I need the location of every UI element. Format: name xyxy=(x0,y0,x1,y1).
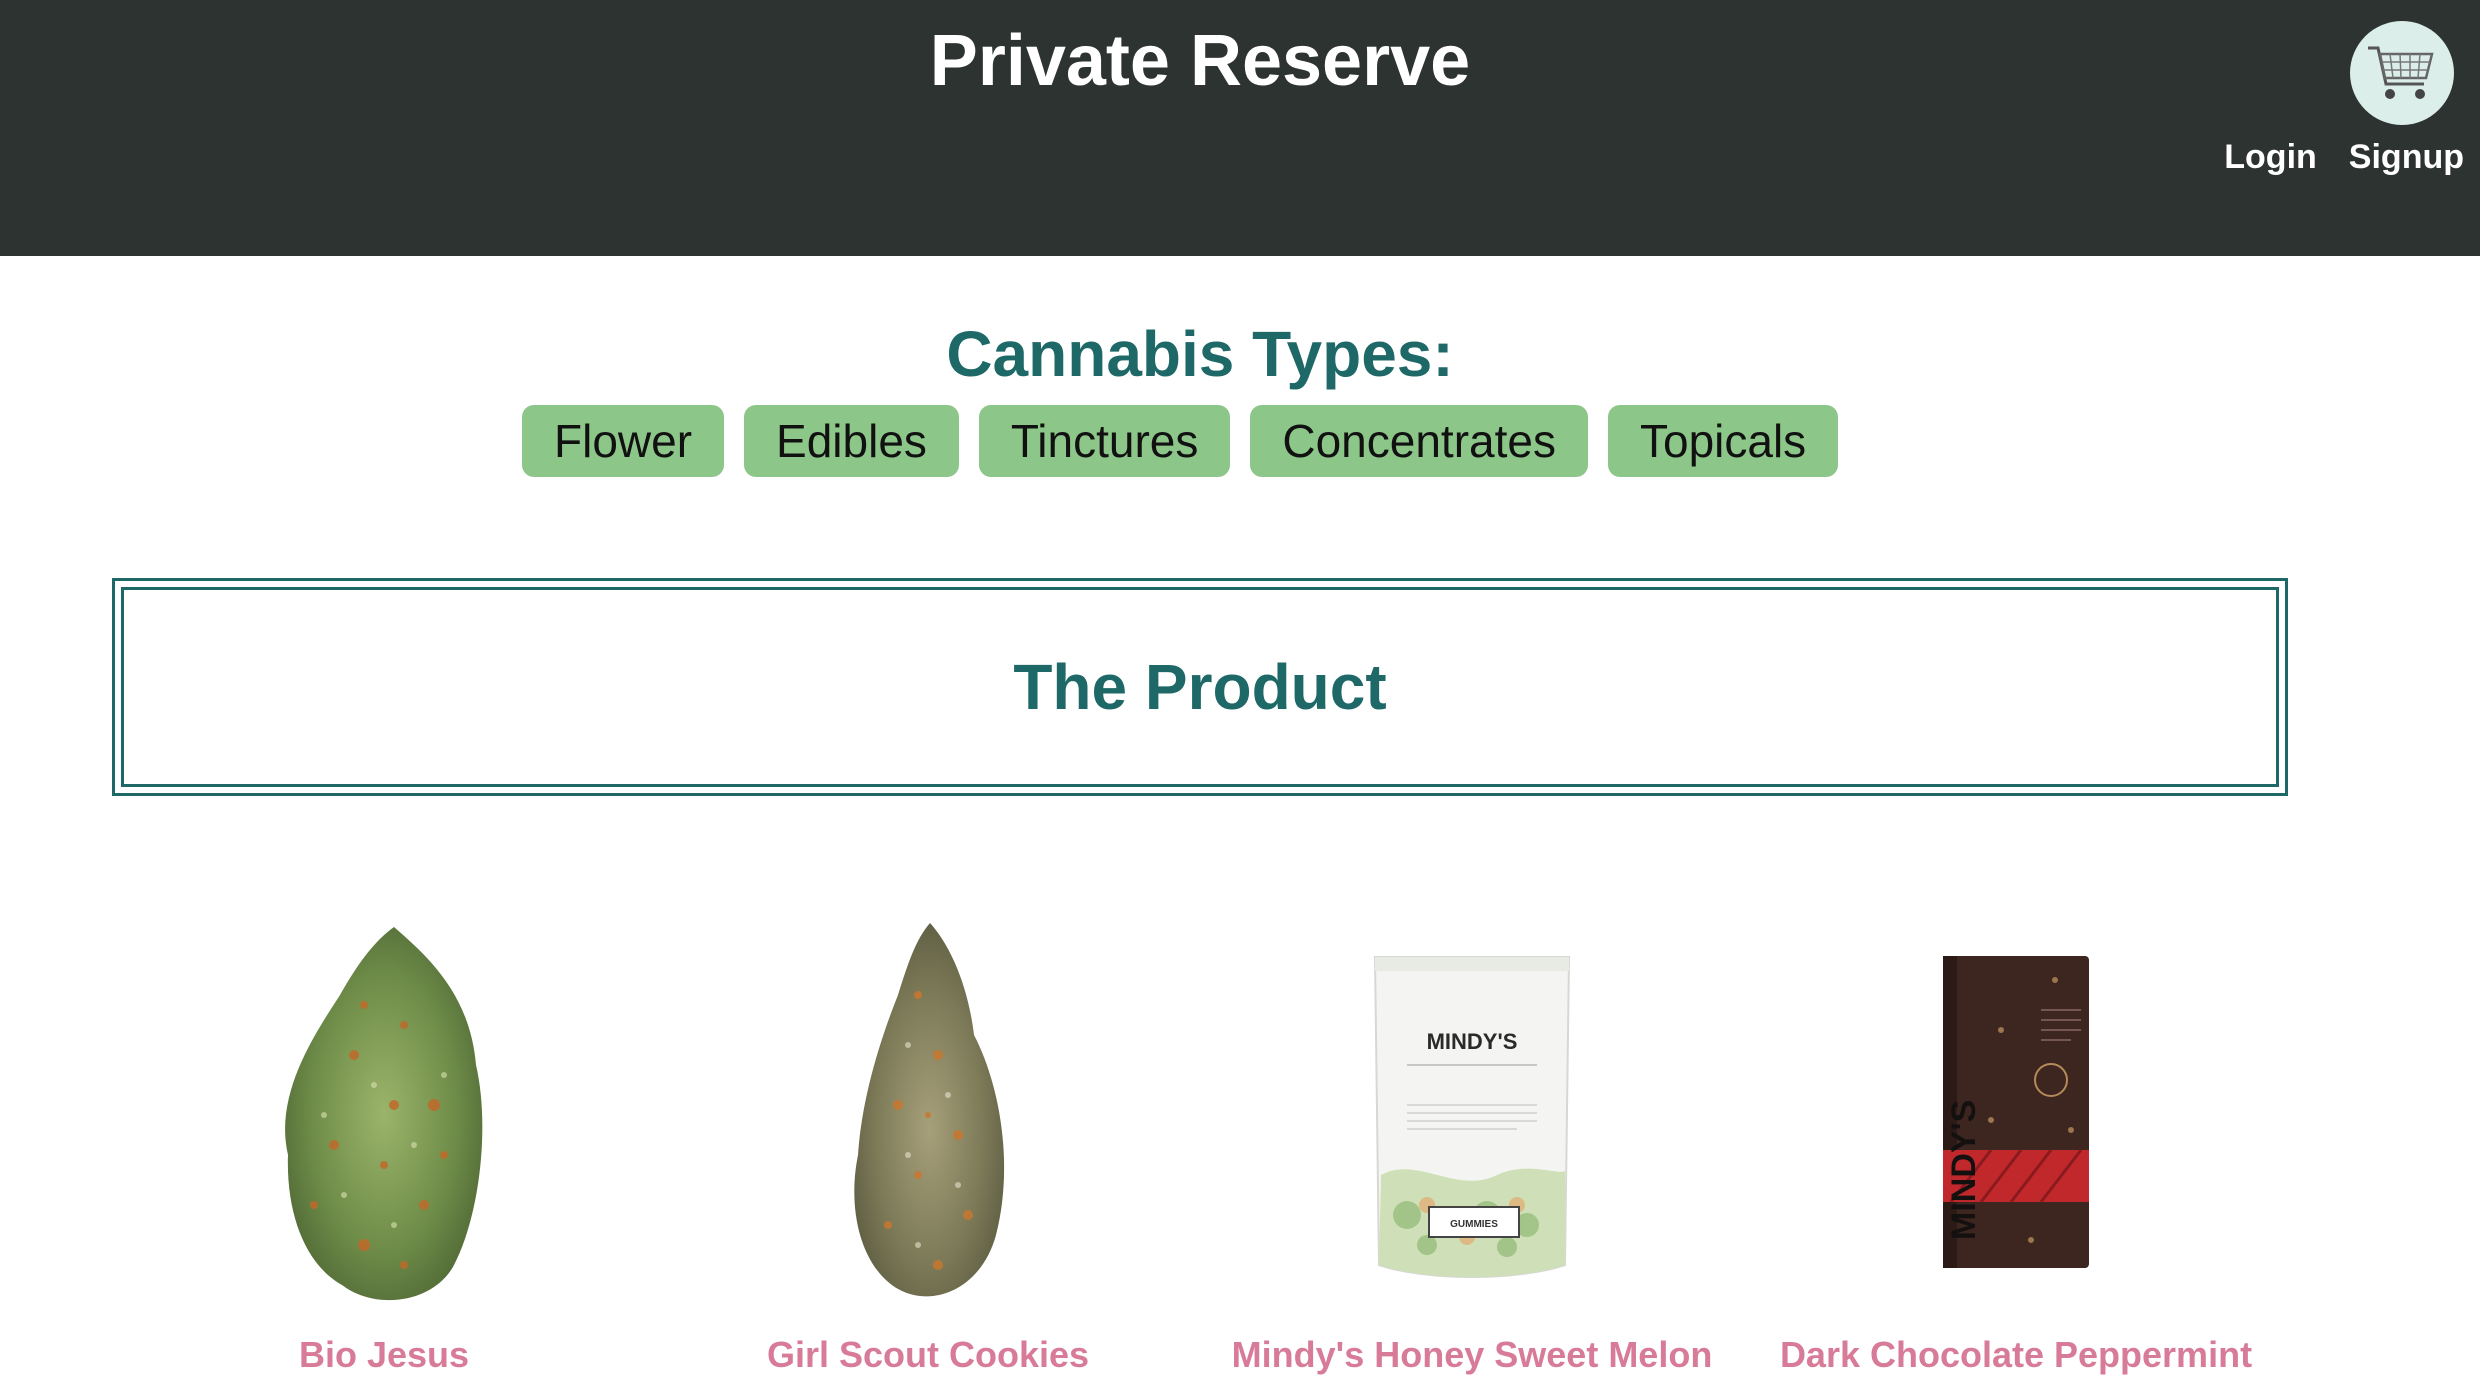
product-image: MINDY'S xyxy=(1736,905,2296,1325)
type-button-tinctures[interactable]: Tinctures xyxy=(978,405,1231,477)
type-button-topicals[interactable]: Topicals xyxy=(1607,405,1839,477)
product-banner-inner: The Product xyxy=(121,587,2279,787)
product-image xyxy=(104,905,664,1325)
pouch-label-text: GUMMIES xyxy=(1450,1219,1498,1230)
product-card-bio-jesus[interactable]: Bio Jesus xyxy=(104,905,664,1375)
product-name[interactable]: Bio Jesus xyxy=(104,1333,664,1377)
product-card-dark-chocolate-peppermint[interactable]: MINDY'S Dark Chocolate Peppermint xyxy=(1736,905,2296,1375)
gummies-pouch-image: MINDY'S GUMMIES xyxy=(1373,956,1571,1278)
type-button-concentrates[interactable]: Concentrates xyxy=(1250,405,1588,477)
login-link[interactable]: Login xyxy=(2224,138,2317,177)
cannabis-types-nav: Flower Edibles Tinctures Concentrates To… xyxy=(522,405,1839,477)
product-section-title: The Product xyxy=(1013,651,1387,723)
product-banner: The Product xyxy=(112,578,2288,796)
product-image xyxy=(648,905,1208,1325)
chocolate-bar-image: MINDY'S xyxy=(1943,956,2089,1268)
pouch-brand-text: MINDY'S xyxy=(1427,1029,1518,1054)
type-button-flower[interactable]: Flower xyxy=(522,405,725,477)
cannabis-bud-image xyxy=(854,923,1005,1297)
cannabis-types-heading: Cannabis Types: xyxy=(946,318,1454,390)
product-grid: Bio Jesus Girl Scout Cookies MINDY'S GUM… xyxy=(0,905,2480,1375)
product-name[interactable]: Mindy's Honey Sweet Melon xyxy=(1192,1333,1752,1377)
product-card-honey-sweet-melon[interactable]: MINDY'S GUMMIES Mindy's Honey Sweet Melo… xyxy=(1192,905,1752,1375)
bar-brand-text: MINDY'S xyxy=(1945,1100,1983,1240)
site-header: Private Reserve Login Signup xyxy=(0,0,2480,256)
product-name[interactable]: Dark Chocolate Peppermint xyxy=(1736,1333,2296,1377)
type-button-edibles[interactable]: Edibles xyxy=(744,405,959,477)
auth-links: Login Signup xyxy=(2224,138,2464,177)
product-name[interactable]: Girl Scout Cookies xyxy=(648,1333,1208,1377)
product-image: MINDY'S GUMMIES xyxy=(1192,905,1752,1325)
product-card-girl-scout-cookies[interactable]: Girl Scout Cookies xyxy=(648,905,1208,1375)
signup-link[interactable]: Signup xyxy=(2349,138,2464,177)
cart-button[interactable] xyxy=(2350,21,2454,125)
site-title: Private Reserve xyxy=(929,21,1471,101)
cannabis-bud-image xyxy=(285,927,483,1301)
shopping-cart-icon xyxy=(2368,46,2434,99)
